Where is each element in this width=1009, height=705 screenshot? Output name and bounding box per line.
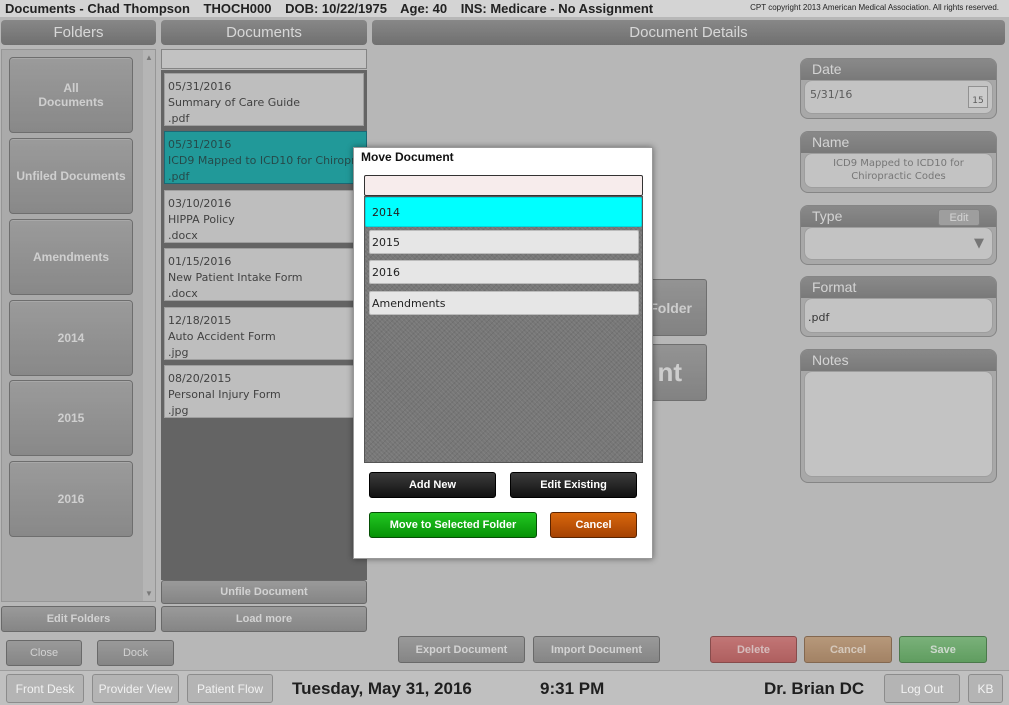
folder-search-input[interactable] <box>364 175 643 196</box>
provider-name: Dr. Brian DC <box>764 679 865 698</box>
patient-flow-button[interactable]: Patient Flow <box>187 674 273 703</box>
folder-option[interactable]: 2015 <box>369 230 639 254</box>
window-title: Documents - Chad Thompson THOCH000 DOB: … <box>5 1 663 16</box>
move-document-dialog: Move Document 2014 2015 2016 Amendments … <box>353 147 653 559</box>
folder-option-label: 2015 <box>372 235 400 249</box>
patient-id: THOCH000 <box>203 1 272 16</box>
folder-option-selected[interactable]: 2014 <box>365 197 642 227</box>
folder-option-label: 2016 <box>372 265 400 279</box>
folder-option[interactable]: 2016 <box>369 260 639 284</box>
dialog-cancel-button[interactable]: Cancel <box>550 512 637 538</box>
folder-option[interactable]: Amendments <box>369 291 639 315</box>
patient-insurance: INS: Medicare - No Assignment <box>460 1 654 16</box>
folder-select-list: 2014 2015 2016 Amendments <box>364 196 643 463</box>
title-bar: Documents - Chad Thompson THOCH000 DOB: … <box>0 0 1009 17</box>
add-new-folder-button[interactable]: Add New <box>369 472 496 498</box>
move-to-selected-folder-button[interactable]: Move to Selected Folder <box>369 512 537 538</box>
edit-existing-folder-button[interactable]: Edit Existing <box>510 472 637 498</box>
provider-view-button[interactable]: Provider View <box>92 674 179 703</box>
folder-option-label: Amendments <box>372 296 446 310</box>
current-date: Tuesday, May 31, 2016 <box>292 679 472 698</box>
current-time: 9:31 PM <box>540 679 605 698</box>
patient-dob: DOB: 10/22/1975 <box>285 1 387 16</box>
window-title-text: Documents - Chad Thompson <box>5 1 190 16</box>
keyboard-button[interactable]: KB <box>968 674 1003 703</box>
patient-age: Age: 40 <box>400 1 448 16</box>
log-out-button[interactable]: Log Out <box>884 674 960 703</box>
bottom-bar: Front Desk Provider View Patient Flow Tu… <box>0 670 1009 705</box>
folder-option-label: 2014 <box>372 205 400 219</box>
copyright-notice: CPT copyright 2013 American Medical Asso… <box>750 3 999 12</box>
dialog-title: Move Document <box>361 150 454 164</box>
front-desk-button[interactable]: Front Desk <box>6 674 84 703</box>
